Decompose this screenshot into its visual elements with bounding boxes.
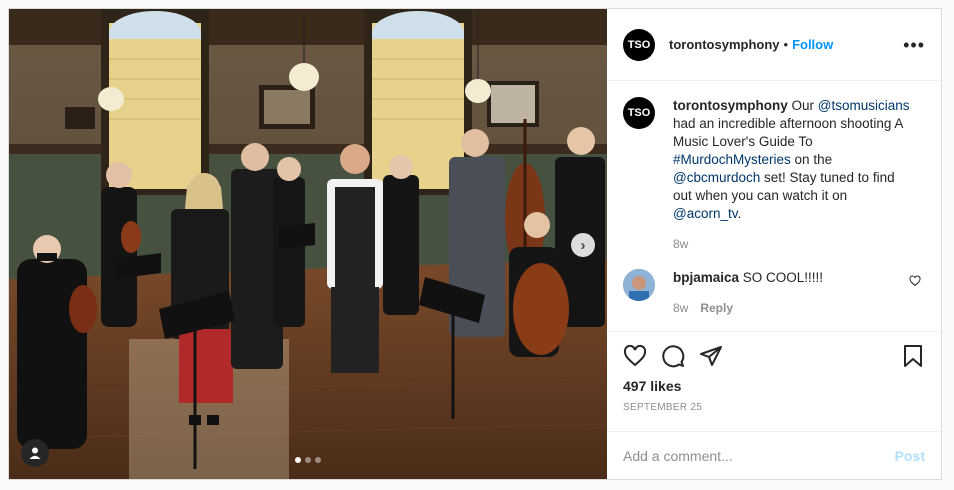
avatar[interactable]: TSO bbox=[623, 28, 655, 61]
separator: • bbox=[783, 37, 789, 52]
carousel-dot bbox=[295, 457, 301, 463]
carousel-dot bbox=[315, 457, 321, 463]
bookmark-icon[interactable] bbox=[901, 344, 925, 368]
comment-text: bpjamaica SO COOL!!!!! bbox=[673, 269, 823, 287]
comments-section: TSO torontosymphony Our @tsomusicians ha… bbox=[607, 81, 941, 331]
mention-link[interactable]: @tsomusicians bbox=[818, 98, 910, 113]
action-icons bbox=[623, 342, 925, 370]
username-link[interactable]: torontosymphony bbox=[669, 37, 780, 52]
post-comment-button[interactable]: Post bbox=[895, 448, 925, 464]
avatar[interactable]: TSO bbox=[623, 97, 655, 129]
orchestra-photo bbox=[9, 9, 607, 479]
paper-plane-icon[interactable] bbox=[699, 344, 723, 368]
comment-icon[interactable] bbox=[661, 344, 685, 368]
heart-icon[interactable] bbox=[623, 344, 647, 368]
comment-input[interactable] bbox=[623, 447, 895, 464]
post-photo[interactable]: › bbox=[9, 9, 607, 479]
caption-segment: Our bbox=[787, 98, 818, 113]
comment-username[interactable]: bpjamaica bbox=[673, 270, 739, 285]
caption-time: 8w bbox=[673, 237, 689, 251]
carousel-indicator bbox=[9, 457, 607, 463]
mention-link[interactable]: @acorn_tv bbox=[673, 206, 737, 221]
post-date: SEPTEMBER 25 bbox=[623, 402, 703, 413]
caption-segment: had an incredible afternoon shooting A M… bbox=[673, 116, 903, 149]
likes-count[interactable]: 497 likes bbox=[623, 378, 925, 394]
post-header: TSO torontosymphony • Follow ••• bbox=[607, 9, 941, 81]
add-comment-bar: Post bbox=[607, 431, 941, 479]
comment-item: bpjamaica SO COOL!!!!! 8w Reply bbox=[623, 269, 925, 315]
caption-text: torontosymphony Our @tsomusicians had an… bbox=[673, 97, 913, 223]
caption-segment: . bbox=[737, 206, 742, 221]
hashtag-link[interactable]: #MurdochMysteries bbox=[673, 152, 791, 167]
comment-like-icon[interactable] bbox=[909, 275, 921, 290]
post-sidebar: TSO torontosymphony • Follow ••• TSO tor… bbox=[607, 9, 941, 479]
chevron-right-icon: › bbox=[580, 236, 586, 254]
comment-time: 8w bbox=[673, 301, 689, 315]
next-slide-button[interactable]: › bbox=[571, 233, 595, 257]
caption-username[interactable]: torontosymphony bbox=[673, 98, 788, 113]
more-options-icon[interactable]: ••• bbox=[903, 36, 925, 54]
mention-link[interactable]: @cbcmurdoch bbox=[673, 170, 760, 185]
comment-meta: 8w Reply bbox=[673, 301, 823, 315]
caption: TSO torontosymphony Our @tsomusicians ha… bbox=[623, 97, 925, 251]
post-card: › TSO torontosymphony • Follow ••• TSO t… bbox=[8, 8, 942, 480]
reply-button[interactable]: Reply bbox=[700, 301, 733, 315]
comment-body: SO COOL!!!!! bbox=[739, 270, 824, 285]
follow-button[interactable]: Follow bbox=[792, 37, 833, 52]
caption-segment: on the bbox=[790, 152, 833, 167]
action-bar: 497 likes SEPTEMBER 25 bbox=[607, 331, 941, 413]
avatar[interactable] bbox=[623, 269, 655, 301]
carousel-dot bbox=[305, 457, 311, 463]
